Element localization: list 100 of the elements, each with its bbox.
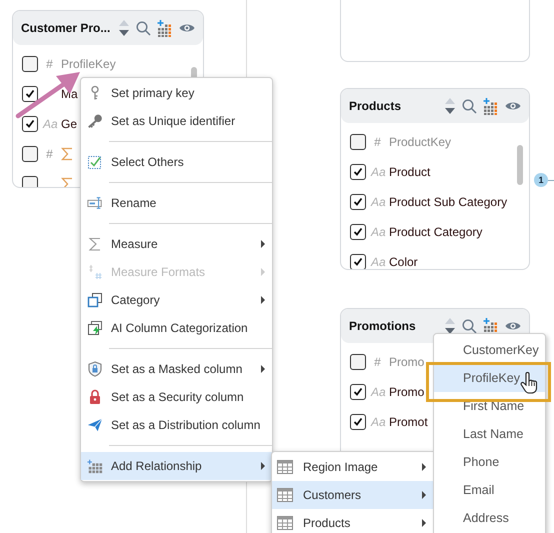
checkbox-icon bbox=[87, 154, 103, 170]
submenu-arrow-icon bbox=[422, 491, 426, 499]
sort-icon[interactable] bbox=[444, 317, 456, 335]
shield-lock-icon bbox=[87, 361, 103, 377]
search-icon[interactable] bbox=[462, 98, 477, 114]
menu-item[interactable]: Set primary key bbox=[81, 79, 272, 107]
menu-item[interactable]: Category bbox=[81, 286, 272, 314]
table-title: Products bbox=[349, 99, 402, 113]
type-glyph: Aa bbox=[43, 117, 56, 131]
currency-icon bbox=[87, 264, 103, 280]
menu-item[interactable]: Region Image bbox=[272, 453, 436, 481]
menu-item[interactable]: AI Column Categorization bbox=[81, 314, 272, 342]
table-icon bbox=[277, 488, 293, 502]
checkbox[interactable] bbox=[350, 384, 366, 400]
submenu-arrow-icon bbox=[422, 519, 426, 527]
submenu-arrow-icon bbox=[261, 296, 265, 304]
type-glyph: # bbox=[45, 147, 54, 161]
dropdown-item[interactable]: ProfileKey bbox=[434, 364, 545, 392]
eye-icon[interactable] bbox=[179, 22, 195, 34]
checkmark-icon bbox=[25, 89, 35, 99]
menu-item[interactable]: Add Relationship bbox=[81, 452, 272, 480]
field-name: Promo bbox=[389, 385, 424, 399]
eye-icon[interactable] bbox=[505, 100, 521, 112]
scrollbar-thumb[interactable] bbox=[517, 145, 523, 185]
checkbox[interactable] bbox=[22, 146, 38, 162]
sort-icon[interactable] bbox=[444, 97, 456, 115]
checkbox[interactable] bbox=[22, 56, 38, 72]
menu-item[interactable]: Rename bbox=[81, 189, 272, 217]
menu-item[interactable]: Customers bbox=[272, 481, 436, 509]
field-name: ProfileKey bbox=[61, 57, 116, 71]
type-glyph: Aa bbox=[371, 165, 384, 179]
type-glyph: Aa bbox=[371, 415, 384, 429]
pointer-arrow bbox=[16, 72, 80, 118]
type-glyph: # bbox=[373, 135, 382, 149]
menu-item[interactable]: Set as a Security column bbox=[81, 383, 272, 411]
checkmark-icon bbox=[353, 417, 363, 427]
checkmark-icon bbox=[353, 167, 363, 177]
checkbox[interactable] bbox=[350, 414, 366, 430]
sort-icon[interactable] bbox=[118, 19, 130, 37]
menu-item[interactable]: Products bbox=[272, 509, 436, 533]
grid-plus-icon bbox=[87, 458, 103, 474]
dropdown-item[interactable]: Email bbox=[434, 476, 545, 504]
type-glyph: Aa bbox=[371, 225, 384, 239]
checkmark-icon bbox=[353, 257, 363, 267]
field-name: Product Category bbox=[389, 225, 482, 239]
table-icon bbox=[277, 516, 293, 530]
sigma-icon bbox=[61, 177, 73, 187]
sigma-icon bbox=[87, 236, 103, 252]
dropdown-item[interactable]: Address bbox=[434, 504, 545, 532]
checkbox[interactable] bbox=[350, 134, 366, 150]
type-glyph: Aa bbox=[371, 385, 384, 399]
dropdown-item[interactable]: Last Name bbox=[434, 420, 545, 448]
submenu-arrow-icon bbox=[261, 240, 265, 248]
search-icon[interactable] bbox=[136, 20, 151, 36]
checkmark-icon bbox=[25, 119, 35, 129]
checkbox[interactable] bbox=[350, 194, 366, 210]
menu-item[interactable]: Set as a Distribution column bbox=[81, 411, 272, 439]
menu-item[interactable]: Select Others bbox=[81, 148, 272, 176]
add-column-icon[interactable] bbox=[157, 20, 173, 36]
menu-item[interactable]: Set as Unique identifier bbox=[81, 107, 272, 135]
checkbox[interactable] bbox=[350, 164, 366, 180]
submenu-arrow-icon bbox=[261, 365, 265, 373]
rename-icon bbox=[87, 195, 103, 211]
eye-icon[interactable] bbox=[505, 320, 521, 332]
table-icon bbox=[277, 460, 293, 474]
table-title: Customer Pro... bbox=[21, 21, 112, 35]
paper-plane-icon bbox=[87, 417, 103, 433]
dropdown-item[interactable]: Phone bbox=[434, 448, 545, 476]
cards-bolt-icon bbox=[87, 320, 103, 336]
type-glyph: # bbox=[45, 57, 54, 71]
checkbox[interactable] bbox=[350, 224, 366, 240]
menu-item[interactable]: Set as a Masked column bbox=[81, 355, 272, 383]
checkmark-icon bbox=[353, 197, 363, 207]
lock-icon bbox=[87, 389, 103, 405]
add-column-icon[interactable] bbox=[483, 98, 499, 114]
field-name: Ge bbox=[61, 117, 78, 131]
sigma-icon bbox=[61, 147, 73, 161]
stacked-squares-icon bbox=[87, 292, 103, 308]
type-glyph: # bbox=[373, 355, 382, 369]
field-name: Product Sub Category bbox=[389, 195, 508, 209]
dropdown-item[interactable]: CustomerKey bbox=[434, 336, 545, 364]
checkbox[interactable] bbox=[350, 354, 366, 370]
field-name: Promo bbox=[389, 355, 424, 369]
field-name: Color bbox=[389, 255, 418, 269]
checkmark-icon bbox=[353, 227, 363, 237]
relationship-badge[interactable]: 1 bbox=[534, 173, 548, 187]
hand-cursor-icon bbox=[520, 372, 538, 394]
field-name: ProductKey bbox=[389, 135, 452, 149]
checkbox[interactable] bbox=[350, 254, 366, 269]
key-icon bbox=[87, 113, 103, 129]
type-glyph: Aa bbox=[371, 195, 384, 209]
field-name: Promot bbox=[389, 415, 428, 429]
checkbox[interactable] bbox=[22, 86, 38, 102]
checkbox[interactable] bbox=[22, 116, 38, 132]
field-name: Product bbox=[389, 165, 430, 179]
submenu-arrow-icon bbox=[261, 268, 265, 276]
search-icon[interactable] bbox=[462, 318, 477, 334]
menu-item[interactable]: Measure bbox=[81, 230, 272, 258]
type-glyph: Aa bbox=[371, 255, 384, 269]
table-title: Promotions bbox=[349, 319, 417, 333]
